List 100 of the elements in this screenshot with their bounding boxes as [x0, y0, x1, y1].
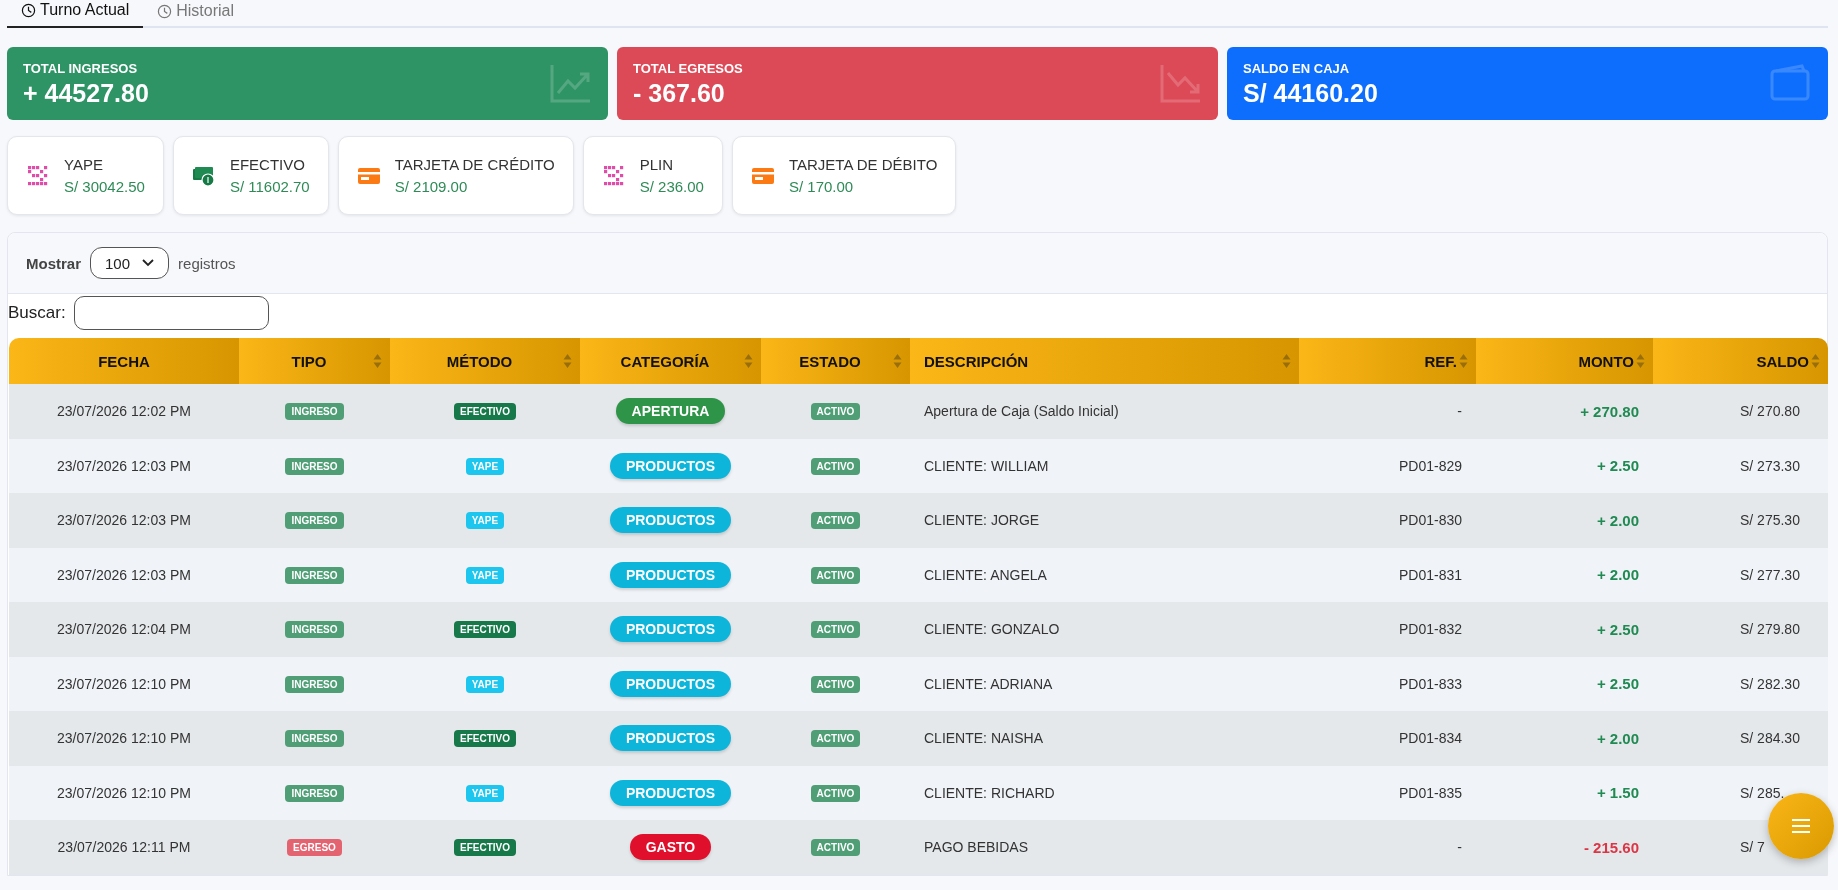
- date-text: 23/07/2026 12:03 PM: [57, 566, 191, 583]
- amount-text: + 2.50: [1596, 457, 1639, 475]
- amount-text: + 2.00: [1596, 566, 1639, 584]
- date-text: 23/07/2026 12:10 PM: [57, 784, 191, 801]
- amount-text: - 215.60: [1583, 838, 1639, 856]
- sort-icon: [373, 353, 382, 369]
- reference-text: -: [1457, 839, 1462, 856]
- amount-text: + 1.50: [1596, 784, 1639, 802]
- reference-text: PD01-832: [1398, 621, 1462, 638]
- method-badge: YAPE: [465, 457, 505, 475]
- payment-amount: S/ 30042.50: [64, 178, 145, 195]
- payment-label: TARJETA DE DÉBITO: [788, 156, 938, 173]
- payment-amount: S/ 11602.70: [229, 178, 310, 195]
- tab[interactable]: Turno Actual: [7, 0, 144, 28]
- status-badge: ACTIVO: [810, 403, 861, 421]
- card-label: TOTAL INGRESOS: [23, 61, 139, 76]
- type-badge: EGRESO: [287, 839, 342, 857]
- description-text: CLIENTE: WILLIAM: [924, 457, 1049, 474]
- description-text: CLIENTE: RICHARD: [924, 784, 1055, 801]
- payment-label: TARJETA DE CRÉDITO: [394, 156, 555, 173]
- amount-text: + 270.80: [1580, 402, 1639, 420]
- amount-text: + 2.50: [1596, 620, 1639, 638]
- type-badge: INGRESO: [285, 566, 344, 584]
- method-badge: YAPE: [465, 784, 505, 802]
- method-badge: EFECTIVO: [454, 839, 516, 857]
- sort-icon: [1459, 353, 1468, 369]
- status-badge: ACTIVO: [810, 566, 861, 584]
- sort-icon: [1811, 353, 1820, 369]
- balance-text: S/ 7: [1740, 839, 1766, 856]
- page-size-dropdown[interactable]: 100: [90, 247, 170, 279]
- qr-code-icon: [26, 163, 50, 188]
- type-badge: INGRESO: [285, 730, 344, 748]
- category-badge: PRODUCTOS: [609, 452, 732, 479]
- date-text: 23/07/2026 12:04 PM: [57, 621, 191, 638]
- description-text: Apertura de Caja (Saldo Inicial): [924, 403, 1119, 420]
- sort-icon: [1282, 353, 1291, 369]
- description-text: CLIENTE: JORGE: [924, 512, 1040, 529]
- status-badge: ACTIVO: [810, 457, 861, 475]
- method-badge: YAPE: [465, 512, 505, 530]
- payment-label: PLIN: [639, 156, 675, 173]
- status-badge: ACTIVO: [810, 730, 861, 748]
- reference-text: PD01-830: [1398, 512, 1462, 529]
- balance-text: S/ 284.30: [1740, 730, 1801, 747]
- payment-label: EFECTIVO: [229, 156, 306, 173]
- balance-text: S/ 282.30: [1740, 675, 1801, 692]
- clock-icon: [21, 2, 36, 18]
- card-label: TOTAL EGRESOS: [633, 61, 743, 76]
- amount-text: + 2.00: [1596, 729, 1639, 747]
- balance-text: S/ 273.30: [1740, 457, 1801, 474]
- method-badge: YAPE: [465, 675, 505, 693]
- description-text: CLIENTE: ADRIANA: [924, 675, 1053, 692]
- sort-icon: [744, 353, 753, 369]
- description-text: CLIENTE: ANGELA: [924, 566, 1047, 583]
- type-badge: INGRESO: [285, 784, 344, 802]
- category-badge: PRODUCTOS: [609, 507, 732, 534]
- length-suffix: registros: [178, 254, 236, 272]
- payment-amount: S/ 2109.00: [394, 178, 469, 195]
- sort-icon: [563, 353, 572, 369]
- status-badge: ACTIVO: [810, 621, 861, 639]
- reference-text: -: [1457, 403, 1462, 420]
- balance-text: S/ 285.: [1740, 784, 1786, 801]
- clock-icon: [157, 3, 173, 19]
- card-label: SALDO EN CAJA: [1243, 61, 1351, 76]
- payment-amount: S/ 236.00: [639, 178, 704, 195]
- balance-text: S/ 279.80: [1740, 621, 1801, 638]
- length-label: Mostrar: [26, 254, 81, 272]
- category-badge: PRODUCTOS: [609, 616, 732, 643]
- category-badge: APERTURA: [615, 398, 726, 425]
- date-text: 23/07/2026 12:10 PM: [57, 675, 191, 692]
- menu-icon: [1791, 818, 1811, 834]
- type-badge: INGRESO: [285, 621, 344, 639]
- type-badge: INGRESO: [285, 675, 344, 693]
- search-label: Buscar:: [8, 303, 66, 323]
- category-badge: GASTO: [629, 834, 712, 861]
- payment-label: YAPE: [64, 156, 104, 173]
- search-field[interactable]: [73, 296, 269, 330]
- category-badge: PRODUCTOS: [609, 779, 732, 806]
- balance-text: S/ 270.80: [1740, 403, 1801, 420]
- status-badge: ACTIVO: [810, 839, 861, 857]
- reference-text: PD01-831: [1398, 566, 1462, 583]
- date-text: 23/07/2026 12:02 PM: [57, 403, 191, 420]
- method-badge: EFECTIVO: [454, 621, 516, 639]
- category-badge: PRODUCTOS: [609, 725, 732, 752]
- date-text: 23/07/2026 12:03 PM: [57, 457, 191, 474]
- status-badge: ACTIVO: [810, 512, 861, 530]
- balance-text: S/ 277.30: [1740, 566, 1801, 583]
- reference-text: PD01-829: [1398, 457, 1462, 474]
- status-badge: ACTIVO: [810, 784, 861, 802]
- method-badge: YAPE: [465, 566, 505, 584]
- status-badge: ACTIVO: [810, 675, 861, 693]
- sort-icon: [893, 353, 902, 369]
- category-badge: PRODUCTOS: [609, 670, 732, 697]
- description-text: CLIENTE: GONZALO: [924, 621, 1060, 638]
- sort-icon: [1636, 353, 1645, 369]
- tab[interactable]: Historial: [143, 0, 249, 28]
- description-text: PAGO BEBIDAS: [924, 839, 1028, 856]
- reference-text: PD01-834: [1398, 730, 1462, 747]
- date-text: 23/07/2026 12:11 PM: [57, 839, 191, 856]
- type-badge: INGRESO: [285, 512, 344, 530]
- type-badge: INGRESO: [285, 403, 344, 421]
